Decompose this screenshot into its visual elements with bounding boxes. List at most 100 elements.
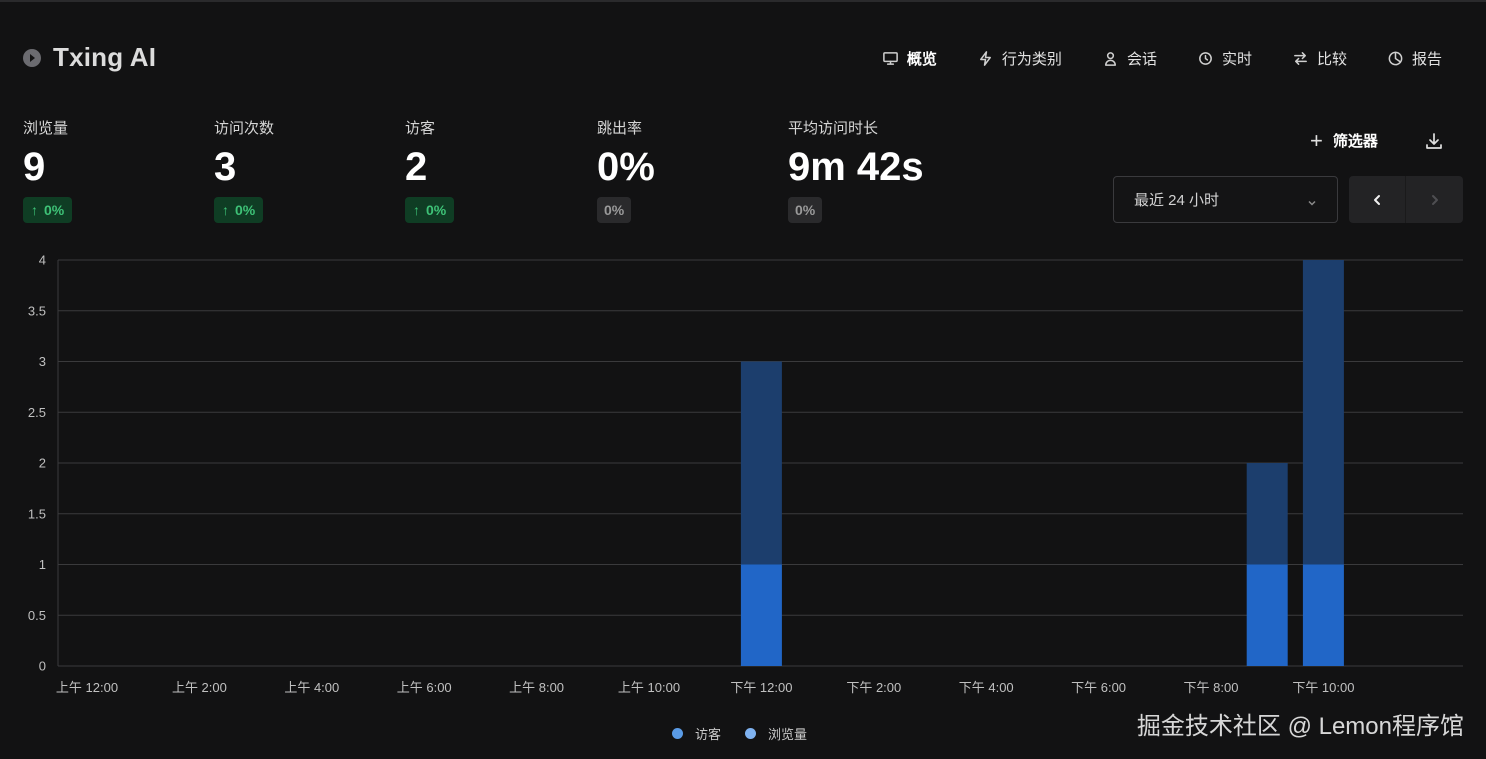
date-range-select[interactable]: 最近 24 小时 bbox=[1113, 176, 1338, 223]
date-pager bbox=[1349, 176, 1463, 223]
nav-compare[interactable]: 比较 bbox=[1292, 47, 1347, 69]
x-tick-label: 下午 10:00 bbox=[1292, 680, 1354, 695]
x-tick-label: 上午 10:00 bbox=[618, 680, 680, 695]
x-tick-label: 上午 4:00 bbox=[284, 680, 339, 695]
legend-item-pageviews[interactable]: 浏览量 bbox=[745, 724, 807, 743]
change-badge: 0% bbox=[788, 197, 823, 223]
x-tick-label: 下午 4:00 bbox=[959, 680, 1014, 695]
site-selector[interactable]: Txing AI bbox=[23, 42, 156, 73]
legend-dot-visitors bbox=[672, 728, 683, 739]
y-tick-label: 0 bbox=[39, 659, 46, 674]
y-tick-label: 2 bbox=[39, 456, 46, 471]
x-tick-label: 下午 6:00 bbox=[1071, 680, 1126, 695]
y-tick-label: 3.5 bbox=[28, 303, 46, 318]
y-tick-label: 3 bbox=[39, 354, 46, 369]
change-value: 0% bbox=[795, 202, 816, 218]
clock-icon bbox=[1199, 51, 1212, 65]
change-badge: ↑ 0% bbox=[23, 197, 73, 223]
pie-chart-icon bbox=[1388, 51, 1403, 65]
legend-item-visitors[interactable]: 访客 bbox=[672, 724, 721, 743]
change-badge: ↑ 0% bbox=[405, 197, 455, 223]
x-tick-label: 下午 12:00 bbox=[730, 680, 792, 695]
y-tick-label: 1.5 bbox=[28, 506, 46, 521]
chevron-left-icon bbox=[1374, 194, 1380, 205]
main-nav: 概览 行为类别 会话 实时 比较 报告 bbox=[882, 47, 1442, 69]
x-tick-label: 上午 6:00 bbox=[397, 680, 452, 695]
top-border bbox=[0, 0, 1486, 2]
legend-label-pageviews: 浏览量 bbox=[768, 727, 808, 742]
x-tick-label: 下午 8:00 bbox=[1184, 680, 1239, 695]
x-tick-label: 上午 12:00 bbox=[56, 680, 118, 695]
watermark: 掘金技术社区 @ Lemon程序馆 bbox=[1136, 713, 1464, 740]
chevron-down-icon bbox=[1307, 195, 1317, 206]
change-value: 0% bbox=[426, 202, 447, 218]
lightning-icon bbox=[979, 50, 991, 66]
y-tick-label: 1 bbox=[39, 557, 46, 572]
y-tick-label: 2.5 bbox=[28, 405, 46, 420]
nav-overview-label: 概览 bbox=[906, 50, 937, 68]
download-icon bbox=[1426, 133, 1442, 149]
previous-range-button[interactable] bbox=[1349, 176, 1406, 223]
change-badge: 0% bbox=[597, 197, 632, 223]
metric-pageviews[interactable]: 浏览量 9 ↑ 0% bbox=[23, 117, 203, 223]
metric-value: 9m 42s bbox=[788, 145, 924, 189]
download-button[interactable] bbox=[1424, 131, 1444, 151]
bar-pageviews bbox=[740, 361, 782, 565]
metric-label: 平均访问时长 bbox=[788, 120, 879, 137]
nav-events[interactable]: 行为类别 bbox=[977, 47, 1062, 69]
metric-value: 9 bbox=[23, 145, 46, 189]
change-badge: ↑ 0% bbox=[214, 197, 264, 223]
bar-pageviews bbox=[1302, 260, 1344, 565]
pageviews-chart[interactable]: 0 0.5 1 1.5 2 2.5 3 3.5 4 上午 12:00 上午 2:00 上午 4:00 上… bbox=[0, 245, 1486, 705]
y-tick-label: 0.5 bbox=[28, 608, 46, 623]
arrow-up-icon: ↑ bbox=[222, 202, 229, 218]
arrow-up-icon: ↑ bbox=[31, 202, 38, 218]
nav-compare-label: 比较 bbox=[1316, 50, 1347, 68]
change-value: 0% bbox=[44, 202, 65, 218]
bar-visitors bbox=[740, 564, 782, 666]
date-range-value: 最近 24 小时 bbox=[1134, 192, 1220, 209]
metric-visitors[interactable]: 访客 2 ↑ 0% bbox=[405, 117, 585, 223]
nav-reports-label: 报告 bbox=[1411, 50, 1442, 68]
nav-realtime[interactable]: 实时 bbox=[1197, 47, 1252, 69]
legend-dot-pageviews bbox=[745, 728, 757, 739]
change-value: 0% bbox=[235, 202, 256, 218]
add-filter-button[interactable]: + 筛选器 bbox=[1310, 127, 1378, 153]
metric-avg-duration[interactable]: 平均访问时长 9m 42s 0% bbox=[788, 117, 1028, 223]
chevron-right-icon bbox=[1431, 194, 1438, 205]
nav-events-label: 行为类别 bbox=[1001, 50, 1062, 68]
nav-overview[interactable]: 概览 bbox=[882, 47, 937, 69]
metric-value: 3 bbox=[214, 145, 237, 189]
site-favicon-icon bbox=[23, 48, 41, 67]
change-value: 0% bbox=[604, 202, 625, 218]
user-icon bbox=[1104, 51, 1116, 66]
arrow-up-icon: ↑ bbox=[413, 202, 420, 218]
legend-label-visitors: 访客 bbox=[695, 727, 722, 742]
bar-visitors bbox=[1302, 564, 1344, 666]
swap-arrows-icon bbox=[1294, 51, 1307, 65]
metric-label: 跳出率 bbox=[597, 120, 643, 137]
site-title: Txing AI bbox=[53, 42, 157, 72]
plus-icon: + bbox=[1310, 127, 1323, 153]
nav-realtime-label: 实时 bbox=[1221, 50, 1252, 68]
nav-sessions-label: 会话 bbox=[1126, 50, 1157, 68]
metric-label: 访问次数 bbox=[214, 120, 275, 137]
chart-legend: 访客 浏览量 bbox=[672, 724, 807, 743]
metric-bounce-rate[interactable]: 跳出率 0% 0% bbox=[597, 117, 777, 223]
next-range-button[interactable] bbox=[1406, 176, 1463, 223]
metric-value: 0% bbox=[597, 145, 655, 189]
metric-value: 2 bbox=[405, 145, 428, 189]
x-tick-label: 上午 2:00 bbox=[172, 680, 227, 695]
nav-reports[interactable]: 报告 bbox=[1387, 47, 1442, 69]
monitor-icon bbox=[883, 51, 898, 65]
x-tick-label: 下午 2:00 bbox=[846, 680, 901, 695]
metric-label: 访客 bbox=[405, 120, 436, 137]
y-tick-label: 4 bbox=[39, 253, 46, 268]
x-tick-label: 上午 8:00 bbox=[509, 680, 564, 695]
bar-visitors bbox=[1246, 564, 1288, 666]
nav-sessions[interactable]: 会话 bbox=[1102, 47, 1157, 69]
filter-label: 筛选器 bbox=[1332, 133, 1378, 150]
metric-visits[interactable]: 访问次数 3 ↑ 0% bbox=[214, 117, 394, 223]
bar-pageviews bbox=[1246, 463, 1288, 565]
metric-label: 浏览量 bbox=[23, 120, 69, 137]
